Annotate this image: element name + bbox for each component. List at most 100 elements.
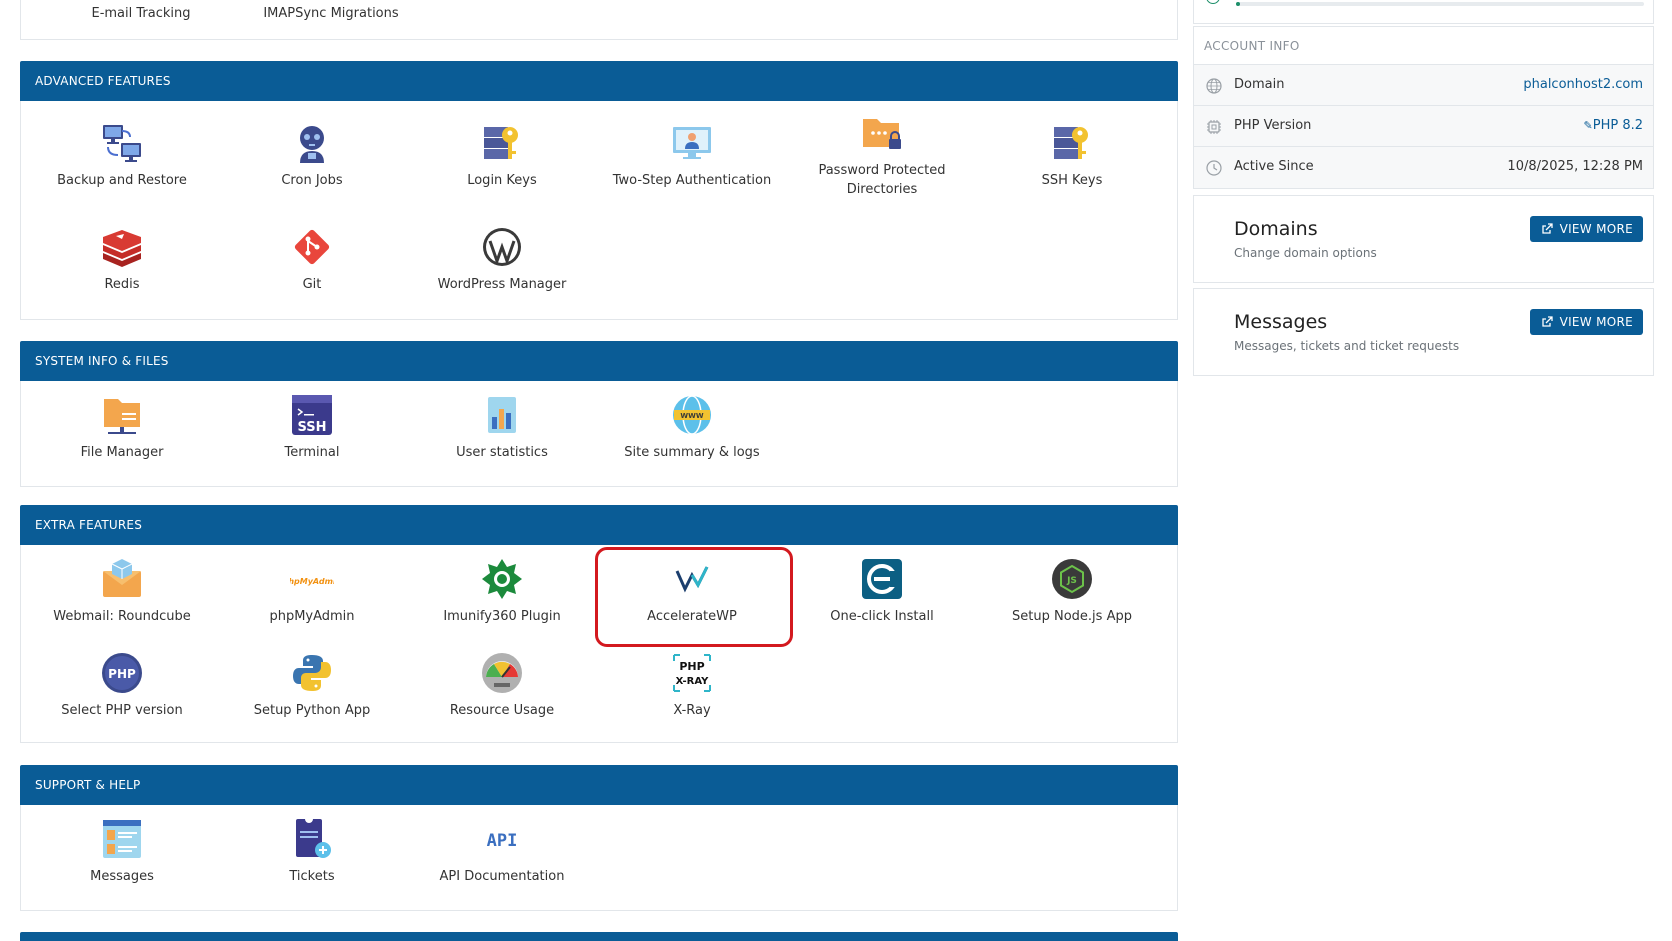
tile-label: X-Ray (673, 703, 711, 718)
usage-icon (1206, 0, 1220, 4)
imunify360-icon (482, 559, 522, 599)
tile-label: Two-Step Authentication (612, 173, 772, 188)
tile-label: Imunify360 Plugin (443, 609, 561, 624)
tile-resource-usage[interactable]: Resource Usage (407, 651, 597, 720)
section-body: Messages Tickets API API Documentation (20, 805, 1178, 911)
advanced-features-section: ADVANCED FEATURES Backup and Restore Cro… (20, 61, 1178, 320)
tile-setup-nodejs-app[interactable]: JS Setup Node.js App (977, 557, 1167, 626)
tile-file-manager[interactable]: File Manager (27, 393, 217, 462)
domains-card: Domains Change domain options VIEW MORE (1193, 195, 1654, 283)
tile-password-protected-directories[interactable]: Password Protected Directories (787, 111, 977, 199)
tile-tickets[interactable]: Tickets (217, 817, 407, 886)
php-version-link[interactable]: ✎PHP 8.2 (1584, 118, 1643, 133)
xray-icon-text-top: PHP (679, 660, 704, 673)
tile-setup-python-app[interactable]: Setup Python App (217, 651, 407, 720)
messages-card: Messages Messages, tickets and ticket re… (1193, 288, 1654, 376)
ssh-keys-icon (1054, 127, 1088, 159)
tile-one-click-install[interactable]: One-click Install (787, 557, 977, 626)
active-since-value: 10/8/2025, 12:28 PM (1507, 159, 1643, 174)
php-version-value: PHP 8.2 (1592, 118, 1643, 133)
xray-icon: PHP X-RAY (673, 654, 711, 692)
file-manager-icon (104, 399, 140, 434)
pencil-icon: ✎ (1583, 119, 1593, 132)
globe-icon (1206, 78, 1222, 94)
roundcube-icon (103, 559, 141, 597)
tile-user-statistics[interactable]: User statistics (407, 393, 597, 462)
tile-label: Messages (90, 869, 154, 884)
cron-jobs-icon (300, 126, 324, 163)
next-section-header (20, 932, 1178, 941)
system-info-files-section: SYSTEM INFO & FILES File Manager SSH Ter… (20, 341, 1178, 487)
tile-git[interactable]: Git (217, 225, 407, 294)
tile-backup-restore[interactable]: Backup and Restore (27, 121, 217, 190)
account-info-heading: ACCOUNT INFO (1194, 27, 1653, 65)
tile-terminal[interactable]: SSH Terminal (217, 393, 407, 462)
domains-view-more-button[interactable]: VIEW MORE (1529, 216, 1643, 242)
tile-ssh-keys[interactable]: SSH Keys (977, 121, 1167, 190)
tile-webmail-roundcube[interactable]: Webmail: Roundcube (27, 557, 217, 626)
tile-label: Login Keys (467, 173, 537, 188)
php-version-icon: PHP (102, 653, 142, 693)
tile-site-summary-logs[interactable]: WWW Site summary & logs (597, 393, 787, 462)
tile-cron-jobs[interactable]: Cron Jobs (217, 121, 407, 190)
tile-label: Webmail: Roundcube (53, 609, 191, 624)
external-link-icon (1541, 316, 1553, 327)
tile-label: WordPress Manager (437, 277, 567, 292)
tile-select-php-version[interactable]: PHP Select PHP version (27, 651, 217, 720)
tile-label: Cron Jobs (281, 173, 343, 188)
tile-email-tracking[interactable]: E-mail Tracking (41, 6, 241, 21)
email-tools-panel: E-mail Tracking IMAPSync Migrations (20, 0, 1178, 40)
nodejs-icon: JS (1052, 559, 1092, 599)
tile-phpmyadmin[interactable]: phpMyAdmin phpMyAdmin (217, 557, 407, 626)
card-subtitle: Change domain options (1234, 246, 1377, 260)
tile-two-step-auth[interactable]: Two-Step Authentication (597, 121, 787, 190)
two-step-auth-icon (673, 127, 711, 159)
usage-progress-box (1193, 0, 1654, 24)
tile-wordpress-manager[interactable]: WordPress Manager (407, 225, 597, 294)
api-icon-text: API (487, 831, 518, 851)
user-statistics-icon (488, 397, 516, 433)
section-header: EXTRA FEATURES (20, 505, 1178, 545)
tickets-icon (296, 817, 331, 858)
section-header: SUPPORT & HELP (20, 765, 1178, 805)
tile-login-keys[interactable]: Login Keys (407, 121, 597, 190)
svg-text:JS: JS (1066, 576, 1077, 586)
one-click-install-icon (862, 559, 902, 599)
tile-xray[interactable]: PHP X-RAY X-Ray (597, 651, 787, 720)
tile-label: Setup Python App (253, 703, 371, 718)
domain-link[interactable]: phalconhost2.com (1523, 77, 1643, 92)
account-row-label: Domain (1234, 77, 1285, 92)
tile-label: Backup and Restore (57, 173, 187, 188)
tile-imapsync-migrations[interactable]: IMAPSync Migrations (231, 6, 431, 21)
support-help-section: SUPPORT & HELP Messages Tickets API API … (20, 765, 1178, 911)
tile-label: Tickets (289, 869, 335, 884)
messages-view-more-button[interactable]: VIEW MORE (1529, 309, 1643, 335)
account-row-php-version: PHP Version ✎PHP 8.2 (1194, 106, 1653, 147)
button-label: VIEW MORE (1559, 315, 1633, 329)
tile-api-documentation[interactable]: API API Documentation (407, 817, 597, 886)
php-version-icon-text: PHP (108, 667, 136, 681)
password-folder-icon (863, 119, 901, 149)
acceleratewp-highlight (595, 547, 793, 647)
api-documentation-icon: API (487, 831, 518, 851)
tile-label: File Manager (80, 445, 164, 460)
tile-label: Password Protected Directories (818, 163, 946, 197)
section-header: ADVANCED FEATURES (20, 61, 1178, 101)
tile-label: Git (302, 277, 322, 292)
clock-icon (1206, 160, 1222, 176)
tile-messages[interactable]: Messages (27, 817, 217, 886)
tile-imunify360-plugin[interactable]: Imunify360 Plugin (407, 557, 597, 626)
git-icon (294, 229, 330, 265)
tile-label: API Documentation (439, 869, 565, 884)
card-title: Messages (1234, 311, 1328, 333)
tile-redis[interactable]: Redis (27, 225, 217, 294)
usage-progress-bar (1236, 2, 1644, 6)
xray-icon-text-bottom: X-RAY (676, 676, 710, 687)
section-header: SYSTEM INFO & FILES (20, 341, 1178, 381)
section-body: Backup and Restore Cron Jobs Login Keys (20, 101, 1178, 320)
account-row-domain: Domain phalconhost2.com (1194, 65, 1653, 106)
wordpress-icon (483, 228, 521, 266)
tile-label: Resource Usage (449, 703, 555, 718)
site-summary-icon-text: WWW (680, 412, 703, 420)
account-info-panel: ACCOUNT INFO Domain phalconhost2.com PHP… (1193, 26, 1654, 189)
